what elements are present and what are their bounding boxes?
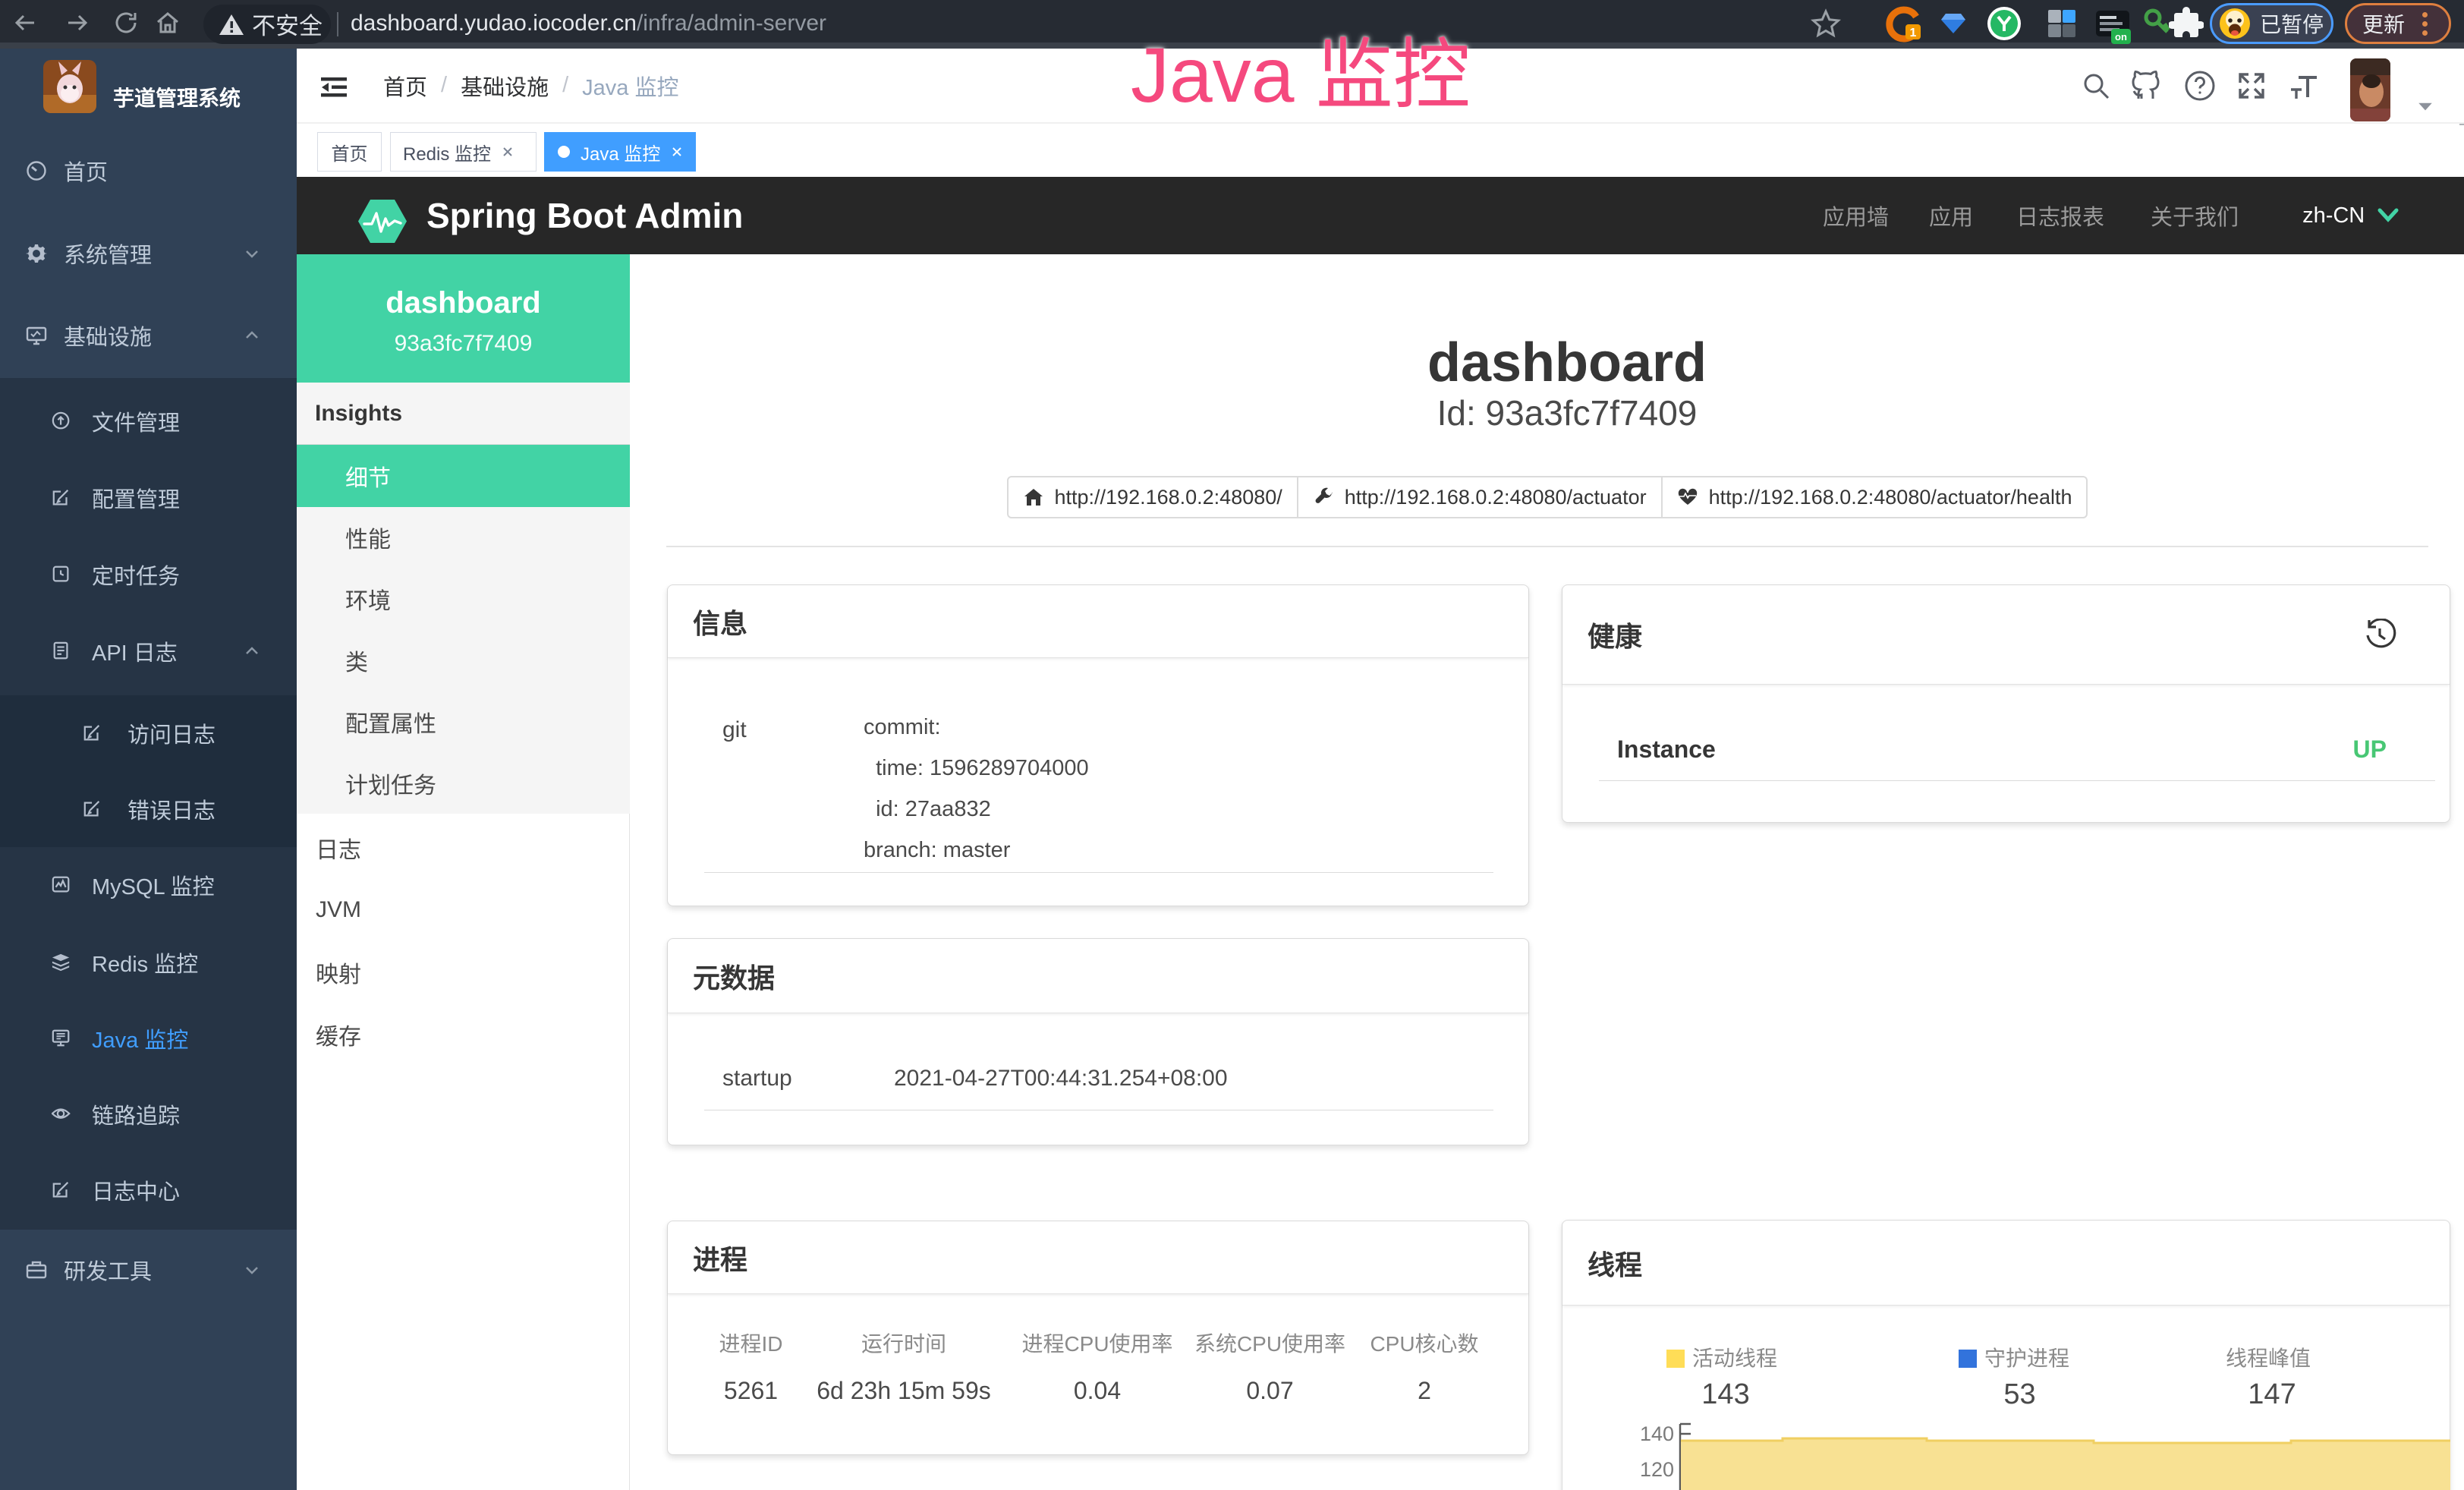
svg-text:on: on (2115, 31, 2127, 43)
svg-text:1: 1 (1910, 27, 1917, 39)
svg-text:120: 120 (1640, 1458, 1674, 1481)
svg-text:140: 140 (1640, 1422, 1674, 1445)
